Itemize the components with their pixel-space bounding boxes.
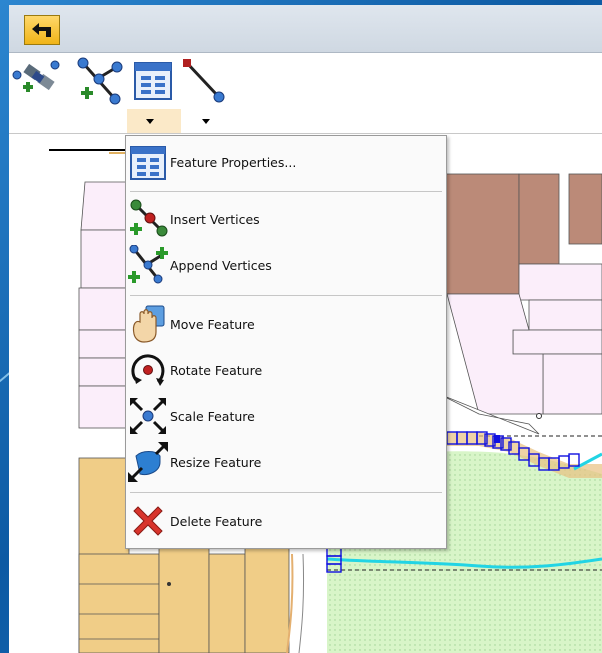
feature-edit-menu: Feature Properties... Insert Vertices Ap… [125,135,447,549]
edit-vertices-button[interactable] [9,57,65,105]
vertex-dropdown-arrow[interactable] [202,119,210,124]
app-window: Feature Properties... Insert Vertices Ap… [9,5,602,653]
feature-properties-icon [130,146,166,180]
menu-item-resize-feature[interactable]: Resize Feature [128,442,444,482]
menu-item-label: Resize Feature [170,454,262,470]
menu-separator [130,492,442,493]
menu-item-scale-feature[interactable]: Scale Feature [128,396,444,436]
menu-item-label: Feature Properties... [170,154,297,170]
vertex-tool-button[interactable] [181,59,225,103]
move-feature-icon [132,305,165,343]
scale-feature-icon [130,398,166,434]
menu-item-delete-feature[interactable]: Delete Feature [128,501,444,541]
insert-vertices-icon [130,199,168,237]
back-button[interactable] [24,15,60,45]
menu-item-label: Rotate Feature [170,362,263,378]
menu-item-rotate-feature[interactable]: Rotate Feature [128,350,444,390]
editing-toolbar [9,53,602,135]
insert-vertex-icon [77,57,123,105]
menu-item-label: Scale Feature [170,408,255,424]
title-bar [9,5,602,53]
rotate-feature-icon [131,354,165,386]
menu-item-insert-vertices[interactable]: Insert Vertices [128,199,444,239]
menu-item-label: Insert Vertices [170,211,260,227]
menu-item-label: Delete Feature [170,513,263,529]
back-arrow-icon [32,23,51,37]
vertex-tool-icon [183,59,225,103]
menu-separator [130,191,442,192]
resize-feature-icon [128,442,168,482]
menu-item-label: Move Feature [170,316,255,332]
delete-feature-icon [133,506,163,536]
properties-dropdown-arrow[interactable] [146,119,154,124]
menu-separator [130,295,442,296]
menu-item-append-vertices[interactable]: Append Vertices [128,244,444,285]
insert-vertex-button[interactable] [71,57,127,105]
menu-item-label: Append Vertices [170,257,272,273]
dropdown-hover-highlight [127,109,181,135]
menu-item-feature-properties[interactable]: Feature Properties... [128,142,444,182]
append-vertices-icon [128,244,168,284]
edit-vertices-icon [12,60,60,92]
feature-properties-button[interactable] [133,61,173,101]
feature-properties-icon [134,62,172,100]
menu-item-move-feature[interactable]: Move Feature [128,304,444,344]
